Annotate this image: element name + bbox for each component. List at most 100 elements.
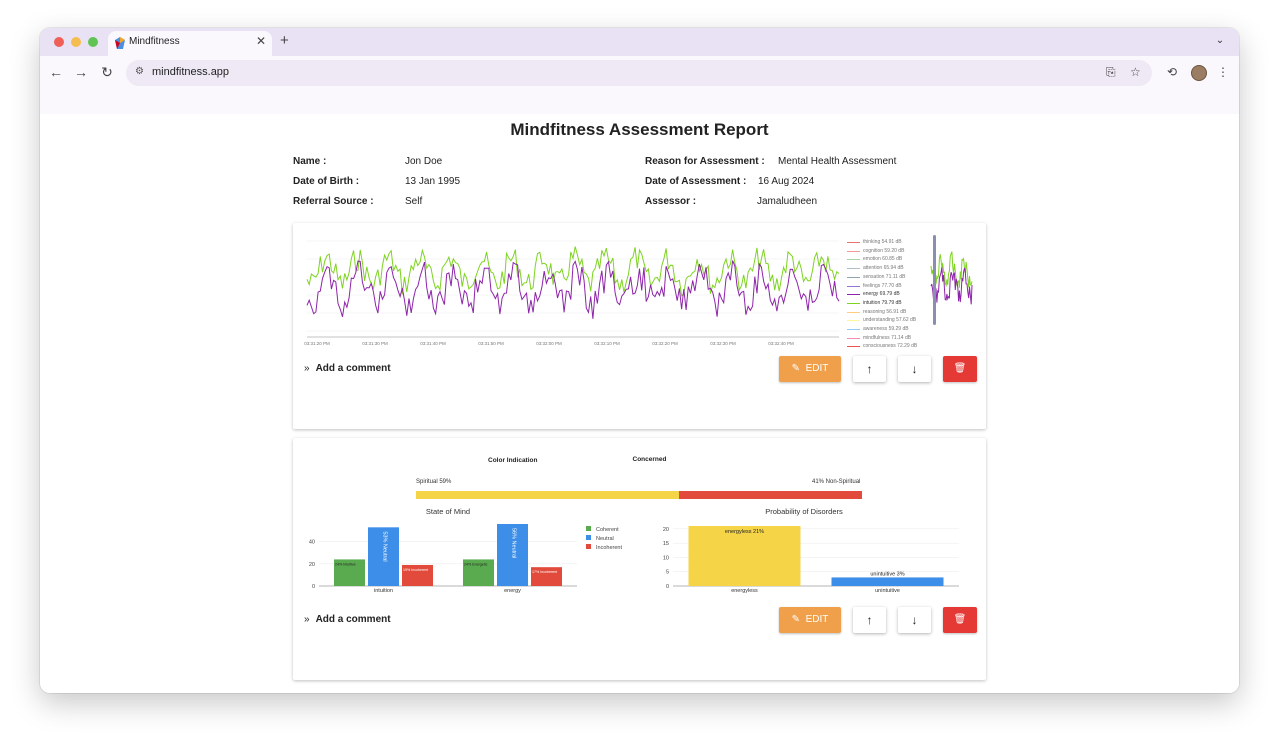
pencil-icon: ✎ <box>791 614 801 625</box>
profile-avatar[interactable] <box>1191 65 1207 81</box>
legend-swatch <box>847 285 860 287</box>
x-tick-label: 03:32:20 PM <box>652 341 678 346</box>
tab-mindfitness[interactable]: Mindfitness ✕ <box>108 31 272 56</box>
legend-swatch <box>847 311 860 313</box>
add-comment-toggle[interactable]: » Add a comment <box>304 363 391 374</box>
move-down-button-2[interactable]: ↓ <box>898 607 931 633</box>
maximize-window-button[interactable] <box>88 37 98 47</box>
legend-item[interactable]: attention 65.94 dB <box>863 265 904 271</box>
legend-swatch <box>847 268 860 270</box>
legend-item[interactable]: consciousness 72.29 dB <box>863 343 917 349</box>
legend-item[interactable]: intuition 79.79 dB <box>863 300 902 306</box>
legend-item[interactable]: cognition 59.20 dB <box>863 248 904 254</box>
trash-icon: 🗑 <box>953 614 967 625</box>
bookmark-star-icon[interactable]: ☆ <box>1130 65 1141 79</box>
address-bar[interactable]: ⚙ mindfitness.app ⎘ ☆ <box>126 60 1152 86</box>
x-category-label: unintuitive <box>875 588 900 594</box>
tab-search-icon[interactable]: ⌄ <box>1211 32 1229 50</box>
energy-series-line <box>306 260 840 319</box>
move-up-button[interactable]: ↑ <box>853 356 886 382</box>
tab-strip: Mindfitness ✕ + ⌄ <box>40 28 1239 56</box>
x-category-label: intuition <box>374 588 393 594</box>
window-controls <box>54 37 98 47</box>
browser-window: Mindfitness ✕ + ⌄ ← → ↻ ⚙ mindfitness.ap… <box>40 28 1239 693</box>
edit-button-2[interactable]: ✎ EDIT <box>779 607 841 633</box>
legend-item[interactable]: sensation 71.11 dB <box>863 274 905 280</box>
bar-label: 17% Incoherent <box>532 570 557 574</box>
close-tab-icon[interactable]: ✕ <box>256 34 266 48</box>
doa-label: Date of Assessment : <box>645 176 747 187</box>
legend-swatch <box>847 337 860 339</box>
arrow-up-icon: ↑ <box>866 613 873 627</box>
browser-toolbar: ← → ↻ ⚙ mindfitness.app ⎘ ☆ ⟲ ⋮ <box>40 56 1239 115</box>
referral-label: Referral Source : <box>293 196 374 207</box>
legend-scrollbar[interactable] <box>933 235 936 325</box>
extensions-icon[interactable]: ⟲ <box>1161 61 1183 83</box>
edit-label: EDIT <box>805 614 829 625</box>
move-up-button-2[interactable]: ↑ <box>853 607 886 633</box>
legend-item[interactable]: mindfulness 71.14 dB <box>863 335 911 341</box>
minimize-window-button[interactable] <box>71 37 81 47</box>
pencil-icon: ✎ <box>791 363 801 374</box>
non-spiritual-label: 41% Non-Spiritual <box>812 479 861 485</box>
x-tick-label: 03:32:10 PM <box>594 341 620 346</box>
legend-item[interactable]: understanding 57.62 dB <box>863 317 916 323</box>
install-app-icon[interactable]: ⎘ <box>1106 65 1116 80</box>
arrow-up-icon: ↑ <box>866 362 873 376</box>
reload-icon[interactable]: ↻ <box>96 61 118 83</box>
edit-button[interactable]: ✎ EDIT <box>779 356 841 382</box>
assessor-value: Jamaludheen <box>757 196 818 207</box>
move-down-button[interactable]: ↓ <box>898 356 931 382</box>
referral-value: Self <box>405 196 423 207</box>
legend-swatch <box>586 535 591 540</box>
chevron-right-icon: » <box>304 363 310 374</box>
back-icon[interactable]: ← <box>45 61 67 83</box>
legend-item[interactable]: reasoning 56.91 dB <box>863 309 906 315</box>
legend-label: Neutral <box>596 536 614 542</box>
bar-label: 24% Intuitive <box>335 562 356 566</box>
chip-concerned: Concerned <box>632 456 667 463</box>
chip-normal: Normal <box>589 456 612 463</box>
page-content: Mindfitness Assessment Report Name : Jon… <box>40 114 1239 693</box>
delete-button-2[interactable]: 🗑 <box>943 607 977 633</box>
y-tick-label: 20 <box>309 562 315 568</box>
arrow-down-icon: ↓ <box>911 613 918 627</box>
close-window-button[interactable] <box>54 37 64 47</box>
arrow-down-icon: ↓ <box>911 362 918 376</box>
add-comment-toggle-2[interactable]: » Add a comment <box>304 614 391 625</box>
x-tick-label: 03:31:40 PM <box>420 341 446 346</box>
chevron-right-icon: » <box>304 614 310 625</box>
state-of-mind-card: Color Indication Good Normal Concerned A… <box>293 438 986 680</box>
new-tab-button[interactable]: + <box>280 32 289 49</box>
legend-item[interactable]: awareness 59.29 dB <box>863 326 909 332</box>
add-comment-label: Add a comment <box>315 614 391 625</box>
tab-title: Mindfitness <box>129 36 180 47</box>
dob-value: 13 Jan 1995 <box>405 176 461 187</box>
y-tick-label: 15 <box>663 541 669 547</box>
mindfitness-favicon-icon <box>115 37 125 49</box>
y-tick-label: 20 <box>663 527 669 533</box>
legend-swatch <box>847 302 860 304</box>
legend-label: Coherent <box>596 527 619 533</box>
legend-item[interactable]: energy 69.79 dB <box>863 291 900 297</box>
delete-button[interactable]: 🗑 <box>943 356 977 382</box>
report-title: Mindfitness Assessment Report <box>510 120 769 139</box>
x-tick-label: 03:32:00 PM <box>536 341 562 346</box>
bar-label: 56% Neutral <box>511 528 517 558</box>
y-tick-label: 5 <box>666 570 669 576</box>
legend-item[interactable]: feelings 77.70 dB <box>863 283 902 289</box>
y-tick-label: 0 <box>666 584 669 590</box>
legend-item[interactable]: emotion 60.85 dB <box>863 256 902 262</box>
bar-label: energyless 21% <box>725 529 764 535</box>
chip-good: Good <box>553 456 570 463</box>
spiritual-fill <box>416 491 680 499</box>
state-of-mind-chart: State of Mind 0 20 40 24% Intuitive 53% Neutr… <box>309 507 623 594</box>
site-settings-icon[interactable]: ⚙ <box>135 66 144 77</box>
legend-swatch <box>847 329 860 330</box>
energy-series-line-tail <box>930 267 973 305</box>
legend-item[interactable]: thinking 54.91 dB <box>863 239 902 245</box>
menu-kebab-icon[interactable]: ⋮ <box>1212 61 1234 83</box>
x-category-label: energy <box>504 588 521 594</box>
forward-icon[interactable]: → <box>70 61 92 83</box>
bar-energyless <box>688 526 801 586</box>
